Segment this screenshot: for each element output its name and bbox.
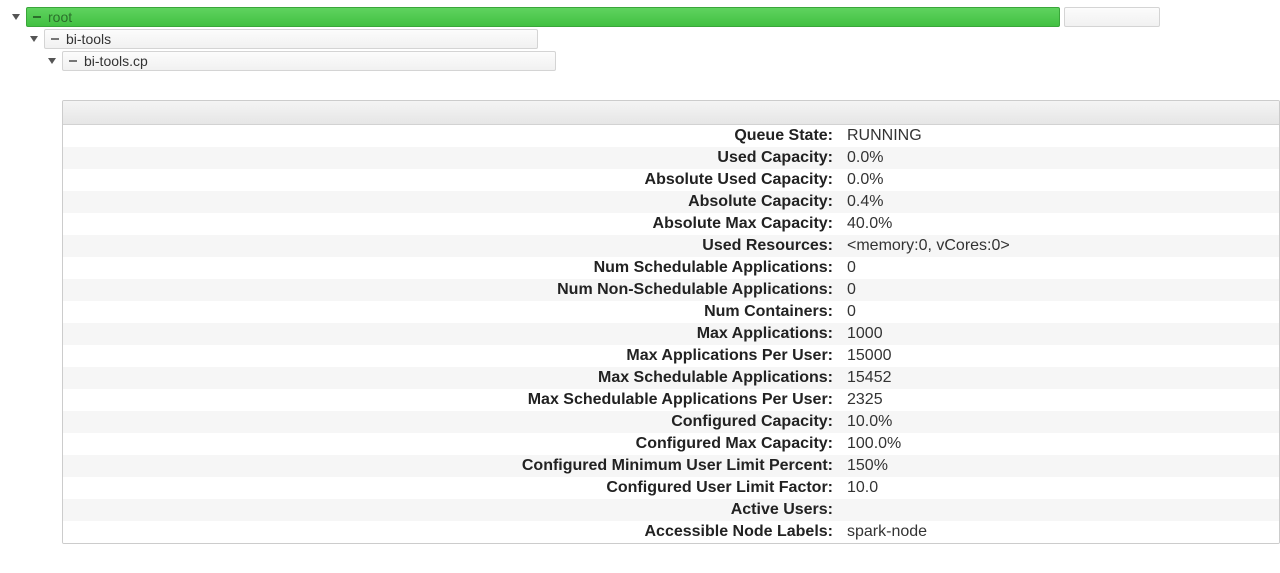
detail-label: Max Schedulable Applications: <box>63 369 837 387</box>
detail-row: Num Schedulable Applications: 0 <box>63 257 1279 279</box>
detail-row: Used Capacity: 0.0% <box>63 147 1279 169</box>
tree-row-bi-tools-cp: bi-tools.cp <box>10 50 1280 72</box>
root-capacity-tail <box>1064 7 1160 27</box>
queue-node-bi-tools[interactable]: bi-tools <box>44 29 538 49</box>
detail-row: Accessible Node Labels: spark-node <box>63 521 1279 543</box>
queue-node-label: bi-tools <box>66 31 111 47</box>
detail-label: Num Containers: <box>63 303 837 321</box>
detail-label: Configured Capacity: <box>63 413 837 431</box>
queue-node-bi-tools-cp[interactable]: bi-tools.cp <box>62 51 556 71</box>
collapse-icon[interactable] <box>10 11 22 23</box>
detail-value: 0.0% <box>837 149 883 167</box>
detail-value: 0 <box>837 281 856 299</box>
detail-row: Absolute Used Capacity: 0.0% <box>63 169 1279 191</box>
detail-rows: Queue State: RUNNING Used Capacity: 0.0%… <box>63 125 1279 543</box>
detail-label: Absolute Capacity: <box>63 193 837 211</box>
detail-value: 40.0% <box>837 215 892 233</box>
detail-value: spark-node <box>837 523 927 541</box>
detail-label: Absolute Max Capacity: <box>63 215 837 233</box>
detail-row: Absolute Capacity: 0.4% <box>63 191 1279 213</box>
queue-node-label: root <box>48 9 72 25</box>
detail-row: Max Schedulable Applications: 15452 <box>63 367 1279 389</box>
detail-value: 15452 <box>837 369 892 387</box>
detail-label: Absolute Used Capacity: <box>63 171 837 189</box>
detail-label: Configured Minimum User Limit Percent: <box>63 457 837 475</box>
queue-node-root[interactable]: root <box>26 7 1060 27</box>
detail-label: Max Applications Per User: <box>63 347 837 365</box>
detail-label: Used Capacity: <box>63 149 837 167</box>
detail-label: Queue State: <box>63 127 837 145</box>
detail-row: Configured Max Capacity: 100.0% <box>63 433 1279 455</box>
queue-details-panel: Queue State: RUNNING Used Capacity: 0.0%… <box>62 100 1280 544</box>
tree-row-bi-tools: bi-tools <box>10 28 1280 50</box>
detail-value: 0 <box>837 303 856 321</box>
detail-label: Accessible Node Labels: <box>63 523 837 541</box>
detail-row: Configured User Limit Factor: 10.0 <box>63 477 1279 499</box>
minus-icon <box>31 11 43 23</box>
detail-row: Num Containers: 0 <box>63 301 1279 323</box>
detail-label: Num Non-Schedulable Applications: <box>63 281 837 299</box>
detail-row: Absolute Max Capacity: 40.0% <box>63 213 1279 235</box>
detail-row: Used Resources: <memory:0, vCores:0> <box>63 235 1279 257</box>
detail-row: Active Users: <box>63 499 1279 521</box>
detail-row: Max Applications Per User: 15000 <box>63 345 1279 367</box>
detail-row: Configured Capacity: 10.0% <box>63 411 1279 433</box>
queue-tree: root bi-tools bi-tools.cp <box>0 0 1280 72</box>
detail-row: Num Non-Schedulable Applications: 0 <box>63 279 1279 301</box>
detail-label: Configured User Limit Factor: <box>63 479 837 497</box>
detail-row: Max Applications: 1000 <box>63 323 1279 345</box>
collapse-icon[interactable] <box>28 33 40 45</box>
detail-row: Max Schedulable Applications Per User: 2… <box>63 389 1279 411</box>
queue-node-label: bi-tools.cp <box>84 53 148 69</box>
panel-header <box>63 101 1279 125</box>
minus-icon <box>67 55 79 67</box>
detail-label: Used Resources: <box>63 237 837 255</box>
detail-value: <memory:0, vCores:0> <box>837 237 1010 255</box>
detail-label: Max Schedulable Applications Per User: <box>63 391 837 409</box>
detail-value: 0.0% <box>837 171 883 189</box>
detail-value: 0 <box>837 259 856 277</box>
detail-label: Active Users: <box>63 501 837 519</box>
detail-value: 150% <box>837 457 888 475</box>
detail-value: 2325 <box>837 391 883 409</box>
detail-value: 0.4% <box>837 193 883 211</box>
minus-icon <box>49 33 61 45</box>
tree-row-root: root <box>10 6 1160 28</box>
detail-value: RUNNING <box>837 127 922 145</box>
collapse-icon[interactable] <box>46 55 58 67</box>
detail-value: 10.0% <box>837 413 892 431</box>
detail-row: Queue State: RUNNING <box>63 125 1279 147</box>
detail-row: Configured Minimum User Limit Percent: 1… <box>63 455 1279 477</box>
detail-value: 100.0% <box>837 435 901 453</box>
detail-label: Configured Max Capacity: <box>63 435 837 453</box>
detail-label: Max Applications: <box>63 325 837 343</box>
detail-value: 1000 <box>837 325 883 343</box>
detail-value: 10.0 <box>837 479 878 497</box>
detail-label: Num Schedulable Applications: <box>63 259 837 277</box>
detail-value: 15000 <box>837 347 892 365</box>
